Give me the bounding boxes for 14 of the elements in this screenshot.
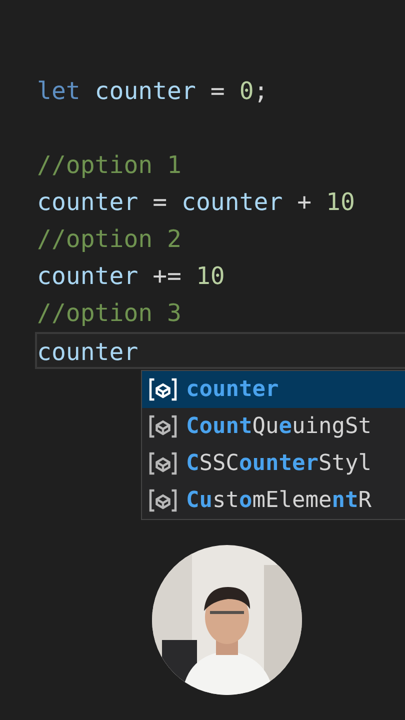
bracketed-cube-icon [148, 488, 178, 513]
code-line: counter += 10 [36, 261, 226, 292]
code-line: //option 2 [36, 224, 182, 255]
bracketed-cube-icon [148, 451, 178, 476]
suggestion-item[interactable]: CustomElementR [142, 482, 405, 519]
suggestion-item[interactable]: CountQueuingSt [142, 408, 405, 445]
bracketed-cube-icon [148, 414, 178, 439]
code-line: //option 3 [36, 298, 182, 329]
code-line: let counter = 0; [36, 76, 270, 107]
suggestion-item[interactable]: counter [142, 371, 405, 408]
code-line: counter = counter + 10 [36, 187, 356, 218]
bracketed-cube-icon [148, 377, 178, 402]
code-line: //option 1 [36, 150, 182, 181]
suggestion-item[interactable]: CSSCounterStyl [142, 445, 405, 482]
